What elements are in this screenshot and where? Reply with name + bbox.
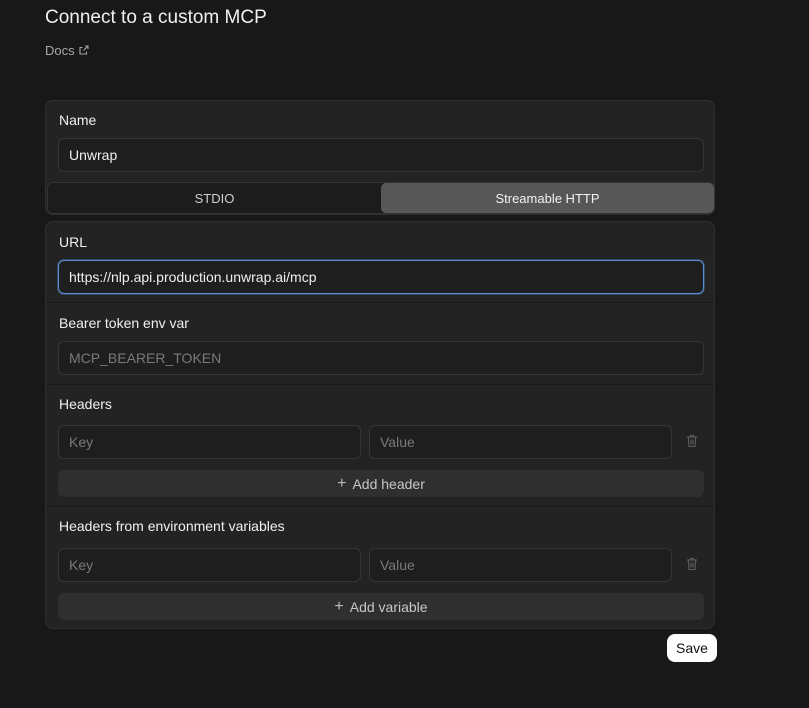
- add-header-label: Add header: [352, 475, 425, 492]
- name-input[interactable]: [58, 138, 704, 172]
- env-headers-label: Headers from environment variables: [59, 518, 285, 534]
- section-divider: [46, 302, 714, 303]
- bearer-token-label: Bearer token env var: [59, 315, 189, 331]
- transport-option-stdio[interactable]: STDIO: [48, 183, 381, 213]
- http-settings-card: URL Bearer token env var Headers + Add h…: [45, 221, 715, 629]
- header-key-input[interactable]: [58, 425, 361, 459]
- page-title: Connect to a custom MCP: [45, 7, 267, 28]
- section-divider: [46, 384, 714, 385]
- plus-icon: +: [334, 597, 344, 615]
- url-input[interactable]: [58, 260, 704, 294]
- bearer-token-input[interactable]: [58, 341, 704, 375]
- docs-link[interactable]: Docs: [45, 43, 89, 58]
- add-header-button[interactable]: + Add header: [58, 470, 704, 497]
- plus-icon: +: [337, 474, 347, 492]
- header-value-input[interactable]: [369, 425, 672, 459]
- external-link-icon: [79, 43, 89, 58]
- transport-option-streamable-http[interactable]: Streamable HTTP: [381, 183, 714, 213]
- trash-icon[interactable]: [686, 557, 698, 571]
- name-card: Name STDIO Streamable HTTP: [45, 100, 715, 215]
- save-button[interactable]: Save: [667, 634, 717, 662]
- name-label: Name: [59, 112, 97, 128]
- env-header-key-input[interactable]: [58, 548, 361, 582]
- transport-toggle: STDIO Streamable HTTP: [47, 182, 715, 214]
- docs-label: Docs: [45, 43, 75, 58]
- add-variable-label: Add variable: [349, 598, 428, 615]
- add-variable-button[interactable]: + Add variable: [58, 593, 704, 620]
- section-divider: [46, 506, 714, 507]
- url-label: URL: [59, 234, 88, 250]
- trash-icon[interactable]: [686, 434, 698, 448]
- headers-label: Headers: [59, 396, 112, 412]
- env-header-value-input[interactable]: [369, 548, 672, 582]
